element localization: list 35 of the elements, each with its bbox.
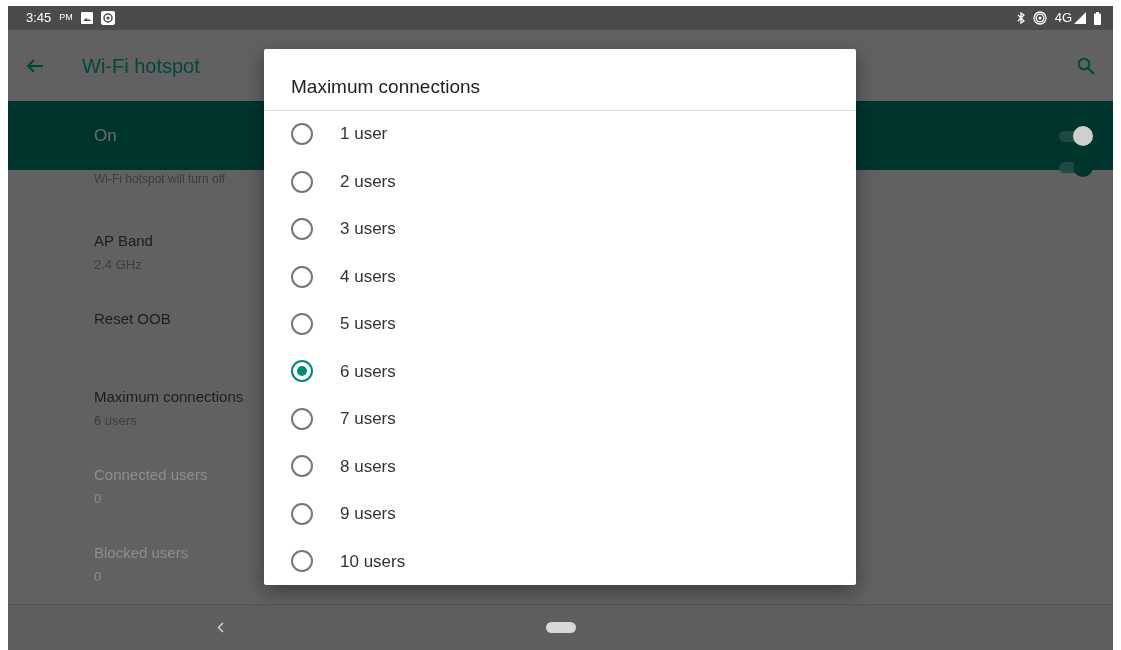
radio-button[interactable] (291, 407, 313, 430)
switch-label: On (94, 124, 117, 147)
dialog-title: Maximum connections (264, 49, 856, 111)
battery-icon (1094, 11, 1101, 25)
radio-button[interactable] (291, 313, 313, 336)
clock-time: 3:45 (26, 9, 52, 28)
clock-ampm: PM (59, 11, 73, 25)
option-label[interactable]: 5 users (340, 311, 396, 337)
radio-button[interactable] (291, 123, 313, 146)
option-label[interactable]: 6 users (340, 358, 396, 385)
signal-icon (1074, 12, 1086, 24)
bluetooth-icon (1016, 12, 1025, 24)
radio-button[interactable] (291, 550, 313, 573)
image-icon (80, 12, 93, 24)
option-label[interactable]: 4 users (340, 263, 396, 290)
option-label[interactable]: 2 users (340, 168, 396, 195)
option-label[interactable]: 3 users (340, 216, 396, 242)
network-type: 4G (1054, 9, 1072, 28)
option-label[interactable]: 8 users (340, 453, 396, 480)
radio-button[interactable] (291, 455, 313, 478)
option-label[interactable]: 9 users (340, 501, 396, 527)
option-label[interactable]: 10 users (340, 548, 406, 575)
radio-button[interactable] (291, 502, 313, 525)
option-label[interactable]: 7 users (340, 406, 396, 432)
radio-button[interactable] (291, 170, 313, 193)
record-icon (100, 11, 115, 25)
hotspot-icon (1032, 11, 1047, 25)
radio-button[interactable] (291, 218, 313, 241)
screen-title: Wi-Fi hotspot (82, 53, 200, 79)
home-button[interactable] (546, 622, 576, 633)
radio-button[interactable] (291, 360, 313, 383)
option-label[interactable]: 1 user (340, 121, 388, 147)
nav-back-icon[interactable] (217, 622, 224, 633)
toggle-switch[interactable] (1057, 124, 1093, 147)
radio-button[interactable] (291, 265, 313, 288)
